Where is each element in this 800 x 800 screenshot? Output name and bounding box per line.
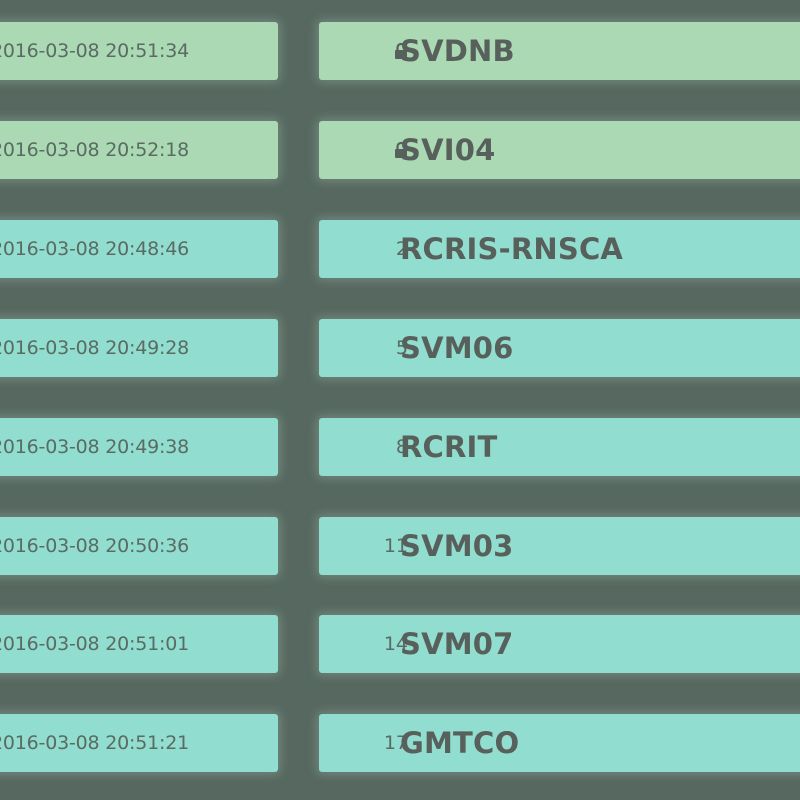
station-name: SVM07 xyxy=(400,627,514,661)
list-item[interactable]: 2016-03-08 20:50:36 11 SVM03 xyxy=(0,517,800,577)
name-cell: 17 GMTCO xyxy=(319,714,800,772)
list-item[interactable]: 2016-03-08 20:51:34 SVDNB xyxy=(0,22,800,82)
list-item[interactable]: 2016-03-08 20:48:46 2 RCRIS-RNSCA xyxy=(0,220,800,280)
timestamp-cell: 2016-03-08 20:50:36 xyxy=(0,517,278,575)
timestamp: 2016-03-08 20:51:21 xyxy=(0,732,189,754)
name-cell: SVDNB xyxy=(319,22,800,80)
timestamp-cell: 2016-03-08 20:52:18 xyxy=(0,121,278,179)
station-name: RCRIT xyxy=(400,430,498,464)
name-cell: 2 RCRIS-RNSCA xyxy=(319,220,800,278)
list-item[interactable]: 2016-03-08 20:51:21 17 GMTCO xyxy=(0,714,800,774)
name-cell: 8 RCRIT xyxy=(319,418,800,476)
name-cell: 11 SVM03 xyxy=(319,517,800,575)
timestamp-cell: 2016-03-08 20:51:34 xyxy=(0,22,278,80)
station-name: SVM03 xyxy=(400,529,514,563)
list-item[interactable]: 2016-03-08 20:49:28 5 SVM06 xyxy=(0,319,800,379)
station-name: RCRIS-RNSCA xyxy=(400,232,624,266)
station-name: GMTCO xyxy=(400,726,520,760)
timestamp: 2016-03-08 20:48:46 xyxy=(0,238,189,260)
timestamp: 2016-03-08 20:49:38 xyxy=(0,436,189,458)
timestamp: 2016-03-08 20:52:18 xyxy=(0,139,189,161)
station-name: SVM06 xyxy=(400,331,514,365)
timestamp-cell: 2016-03-08 20:49:38 xyxy=(0,418,278,476)
station-name: SVDNB xyxy=(400,34,515,68)
name-cell: SVI04 xyxy=(319,121,800,179)
station-name: SVI04 xyxy=(400,133,496,167)
timestamp: 2016-03-08 20:49:28 xyxy=(0,337,189,359)
list-item[interactable]: 2016-03-08 20:51:01 14 SVM07 xyxy=(0,615,800,675)
timestamp-cell: 2016-03-08 20:49:28 xyxy=(0,319,278,377)
name-cell: 14 SVM07 xyxy=(319,615,800,673)
timestamp-cell: 2016-03-08 20:48:46 xyxy=(0,220,278,278)
list-item[interactable]: 2016-03-08 20:49:38 8 RCRIT xyxy=(0,418,800,478)
timestamp: 2016-03-08 20:51:01 xyxy=(0,633,189,655)
list-item[interactable]: 2016-03-08 20:52:18 SVI04 xyxy=(0,121,800,181)
status-board: 2016-03-08 20:51:34 SVDNB 2016-03-08 20:… xyxy=(0,0,800,800)
timestamp: 2016-03-08 20:50:36 xyxy=(0,535,189,557)
timestamp-cell: 2016-03-08 20:51:21 xyxy=(0,714,278,772)
timestamp: 2016-03-08 20:51:34 xyxy=(0,40,189,62)
timestamp-cell: 2016-03-08 20:51:01 xyxy=(0,615,278,673)
name-cell: 5 SVM06 xyxy=(319,319,800,377)
